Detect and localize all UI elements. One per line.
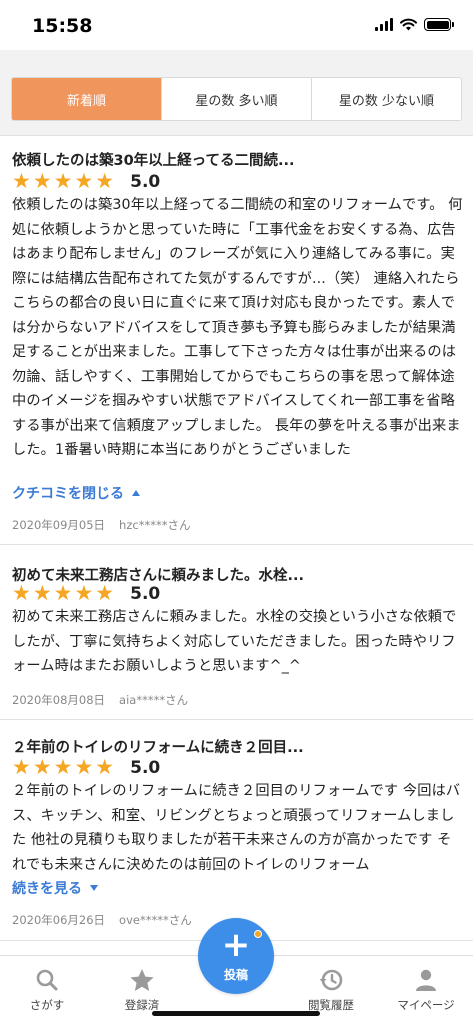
- rating-score: 5.0: [130, 171, 161, 192]
- review-date: 2020年08月08日: [12, 693, 106, 707]
- sort-area: 新着順 星の数 多い順 星の数 少ない順: [0, 64, 473, 136]
- close-review-link[interactable]: クチコミを閉じる: [12, 483, 140, 503]
- rating-row: ★★★★★ 5.0: [12, 757, 160, 778]
- close-review-label: クチコミを閉じる: [12, 486, 124, 502]
- home-indicator: [152, 1011, 320, 1016]
- review-body: 依頼したのは築30年以上経ってる二間続の和室のリフォームです。 何処に依頼しよう…: [12, 197, 463, 458]
- read-more-link[interactable]: 続きを見る: [12, 878, 98, 898]
- review-title[interactable]: 依頼したのは築30年以上経ってる二間続...: [12, 149, 294, 170]
- star-rating-icons: ★★★★★: [12, 581, 117, 605]
- sort-tab-fewest-stars[interactable]: 星の数 少ない順: [312, 78, 461, 120]
- read-more-label: 続きを見る: [12, 881, 82, 897]
- star-rating-icons: ★★★★★: [12, 755, 117, 779]
- wifi-icon: [400, 18, 417, 31]
- review-meta: 2020年06月26日 ove*****さん: [12, 912, 192, 928]
- notification-dot: [254, 930, 262, 938]
- nav-mypage-label: マイページ: [397, 998, 455, 1012]
- sort-tab-newest[interactable]: 新着順: [12, 78, 162, 120]
- review-meta: 2020年08月08日 aia*****さん: [12, 692, 188, 708]
- review-user: hzc*****さん: [119, 518, 191, 532]
- user-icon: [414, 967, 438, 993]
- status-bar: 15:58: [0, 0, 473, 50]
- review-user: ove*****さん: [119, 913, 192, 927]
- review-body: ２年前のトイレのリフォームに続き２回目のリフォームです 今回はバス、キッチン、和…: [12, 783, 461, 873]
- sort-tab-most-stars[interactable]: 星の数 多い順: [162, 78, 312, 120]
- nav-history[interactable]: 閲覧履歴: [286, 956, 376, 1016]
- cellular-signal-icon: [375, 18, 393, 31]
- status-time: 15:58: [32, 15, 93, 37]
- post-button[interactable]: + 投稿: [198, 918, 274, 994]
- review-card: 初めて未来工務店さんに頼みました。水栓... ★★★★★ 5.0 初めて未来工務…: [0, 546, 473, 720]
- history-icon: [318, 967, 344, 993]
- chevron-up-icon: [132, 490, 140, 496]
- review-card: 依頼したのは築30年以上経ってる二間続... ★★★★★ 5.0 依頼したのは築…: [0, 137, 473, 545]
- post-button-label: 投稿: [223, 968, 248, 982]
- header-gap: [0, 50, 473, 64]
- sort-tabs: 新着順 星の数 多い順 星の数 少ない順: [11, 77, 462, 121]
- rating-row: ★★★★★ 5.0: [12, 583, 160, 604]
- review-date: 2020年06月26日: [12, 913, 106, 927]
- star-icon: [129, 967, 155, 993]
- rating-score: 5.0: [130, 757, 161, 778]
- search-icon: [35, 967, 59, 993]
- review-title[interactable]: ２年前のトイレのリフォームに続き２回目...: [12, 736, 304, 757]
- status-icons: [375, 18, 454, 31]
- star-rating-icons: ★★★★★: [12, 169, 117, 193]
- nav-search-label: さがす: [29, 998, 65, 1012]
- rating-score: 5.0: [130, 583, 161, 604]
- review-meta: 2020年09月05日 hzc*****さん: [12, 517, 190, 533]
- rating-row: ★★★★★ 5.0: [12, 171, 160, 192]
- review-body: 初めて未来工務店さんに頼みました。水栓の交換という小さな依頼でしたが、丁寧に気持…: [12, 609, 457, 674]
- battery-icon: [424, 18, 454, 31]
- nav-mypage[interactable]: マイページ: [381, 956, 471, 1016]
- review-card: ２年前のトイレのリフォームに続き２回目... ★★★★★ 5.0 ２年前のトイレ…: [0, 721, 473, 941]
- plus-icon: +: [221, 925, 251, 965]
- chevron-down-icon: [90, 885, 98, 891]
- nav-registered[interactable]: 登録済: [97, 956, 187, 1016]
- nav-search[interactable]: さがす: [2, 956, 92, 1016]
- review-date: 2020年09月05日: [12, 518, 106, 532]
- review-user: aia*****さん: [119, 693, 189, 707]
